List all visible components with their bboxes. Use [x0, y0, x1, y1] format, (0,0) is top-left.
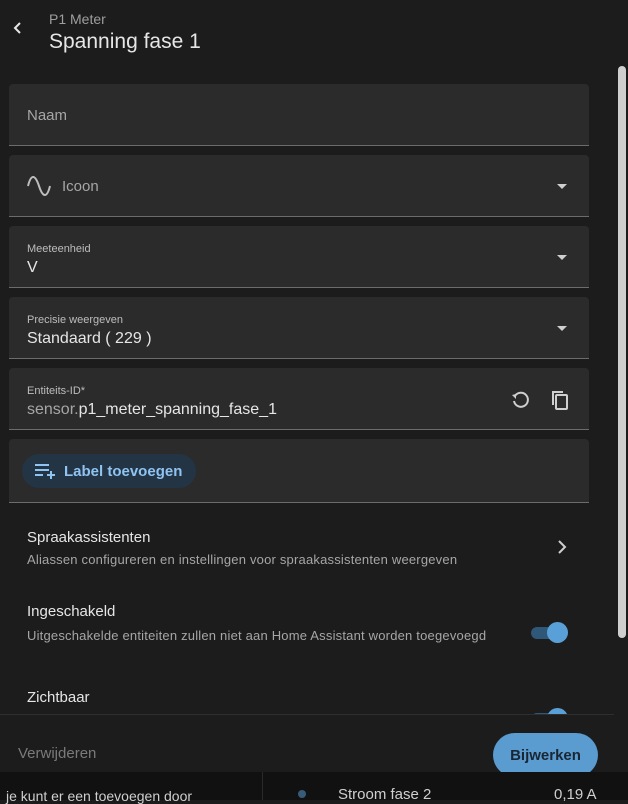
entity-id-prefix: sensor. [27, 401, 79, 418]
visible-toggle[interactable] [529, 706, 569, 714]
delete-button[interactable]: Verwijderen [18, 745, 96, 762]
device-name: P1 Meter [49, 11, 106, 27]
unit-select-label: Meeteenheid [27, 243, 91, 255]
entity-settings-dialog: P1 Meter Spanning fase 1 Naam Icoon Meet… [0, 0, 614, 772]
update-button[interactable]: Bijwerken [493, 733, 598, 772]
dialog-header: P1 Meter Spanning fase 1 [0, 0, 614, 64]
enabled-title: Ingeschakeld [27, 603, 116, 620]
copy-entity-id-button[interactable] [548, 388, 572, 412]
unit-select[interactable]: Meeteenheid V [9, 226, 589, 288]
restore-icon [512, 391, 529, 408]
entity-id-text: p1_meter_spanning_fase_1 [78, 401, 277, 418]
entity-id-value: sensor.p1_meter_spanning_fase_1 [27, 401, 277, 419]
icon-field-label: Icoon [62, 178, 99, 195]
add-label-text: Label toevoegen [64, 462, 183, 480]
name-field[interactable]: Naam [9, 84, 589, 146]
name-field-label: Naam [27, 107, 68, 124]
copy-icon [552, 391, 568, 410]
chevron-right-icon[interactable] [552, 537, 572, 557]
precision-dropdown-caret[interactable] [557, 326, 567, 331]
enabled-toggle-thumb [547, 622, 568, 643]
dialog-footer: Verwijderen Bijwerken [0, 714, 614, 772]
background-entity-name: Stroom fase 2 [338, 786, 432, 803]
back-button[interactable] [6, 16, 30, 40]
dialog-title: Spanning fase 1 [49, 30, 201, 53]
visible-title: Zichtbaar [27, 689, 90, 706]
background-entity-icon [298, 790, 306, 798]
scrollbar[interactable] [618, 66, 626, 638]
precision-select-value: Standaard ( 229 ) [27, 330, 152, 347]
icon-picker-field[interactable]: Icoon [9, 155, 589, 217]
reset-entity-id-button[interactable] [508, 388, 532, 412]
unit-dropdown-caret[interactable] [557, 255, 567, 260]
add-label-button[interactable]: Label toevoegen [22, 454, 197, 488]
voice-assistants-title[interactable]: Spraakassistenten [27, 529, 150, 546]
enabled-description: Uitgeschakelde entiteiten zullen niet aa… [27, 628, 487, 643]
dialog-content: Naam Icoon Meeteenheid V Precisie weerge… [0, 84, 614, 714]
sine-wave-icon [27, 176, 51, 196]
voice-assistants-description: Aliassen configureren en instellingen vo… [27, 552, 458, 567]
enabled-toggle[interactable] [529, 620, 569, 644]
icon-dropdown-caret[interactable] [557, 184, 567, 189]
chevron-left-icon [13, 22, 21, 34]
precision-select-label: Precisie weergeven [27, 314, 123, 326]
unit-select-value: V [27, 259, 38, 276]
entity-id-label: Entiteits-ID* [27, 385, 86, 397]
background-divider [262, 772, 263, 800]
precision-select[interactable]: Precisie weergeven Standaard ( 229 ) [9, 297, 589, 359]
background-entity-value: 0,19 A [554, 786, 597, 803]
playlist-plus-icon [35, 464, 55, 479]
background-hint-text: je kunt er een toevoegen door [6, 788, 193, 804]
entity-id-field[interactable]: Entiteits-ID* sensor.p1_meter_spanning_f… [9, 368, 589, 430]
